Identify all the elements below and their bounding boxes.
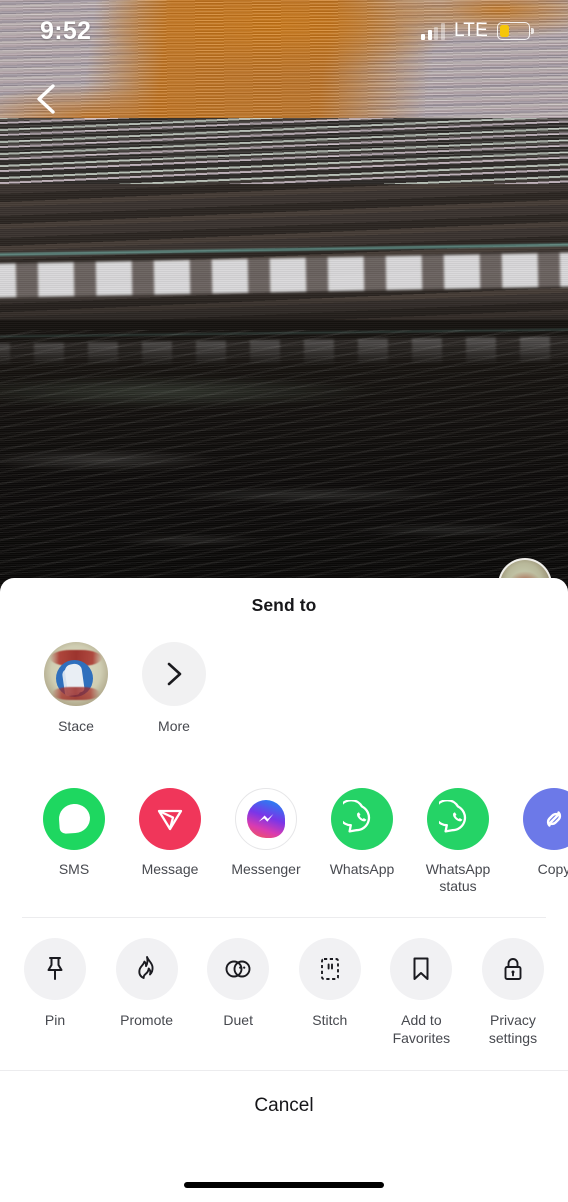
stitch-icon	[298, 937, 361, 1000]
whatsapp-icon	[331, 787, 393, 850]
chevron-left-icon	[37, 84, 55, 114]
share-app-label: WhatsApp status	[425, 860, 491, 894]
action-promote[interactable]: Promote	[104, 937, 190, 1048]
action-label: Privacy settings	[488, 1011, 538, 1047]
sms-icon	[43, 787, 105, 850]
action-label: Pin	[44, 1011, 66, 1028]
share-app-whatsapp-status[interactable]: WhatsApp status	[410, 787, 506, 895]
share-app-label: WhatsApp	[329, 860, 395, 877]
share-sheet: Send to Stace More SMS Message Messenger…	[0, 578, 568, 1202]
share-app-label: Messenger	[231, 860, 301, 877]
share-app-label: Copy	[537, 860, 568, 877]
share-app-messenger[interactable]: Messenger	[218, 787, 314, 878]
cancel-button[interactable]: Cancel	[0, 1071, 568, 1117]
sheet-title: Send to	[251, 595, 317, 615]
home-indicator[interactable]	[184, 1182, 384, 1188]
contact-label: More	[158, 718, 190, 734]
lock-icon	[481, 937, 544, 1000]
actions-row: Pin Promote Duet Stitch Add to Favorites…	[0, 918, 568, 1048]
chevron-right-icon	[142, 642, 206, 706]
action-duet[interactable]: Duet	[195, 937, 281, 1048]
share-app-copy[interactable]: Copy	[506, 787, 568, 878]
action-pin[interactable]: Pin	[12, 937, 98, 1048]
contact-label: Stace	[58, 718, 94, 734]
signal-bars-icon	[421, 22, 445, 40]
battery-low-power-icon	[497, 22, 534, 40]
status-clock: 9:52	[40, 16, 92, 45]
share-app-label: Message	[141, 860, 199, 877]
messenger-icon	[235, 787, 297, 850]
action-privacy-settings[interactable]: Privacy settings	[470, 937, 556, 1048]
status-indicators: LTE	[421, 20, 534, 42]
duet-circles-icon	[207, 937, 270, 1000]
share-app-message[interactable]: Message	[122, 787, 218, 878]
share-app-whatsapp[interactable]: WhatsApp	[314, 787, 410, 878]
whatsapp-status-icon	[427, 787, 489, 850]
video-background[interactable]	[0, 0, 568, 600]
action-stitch[interactable]: Stitch	[287, 937, 373, 1048]
action-label: Stitch	[312, 1011, 348, 1028]
share-app-label: SMS	[58, 860, 90, 877]
back-button[interactable]	[26, 78, 66, 120]
action-label: Promote	[120, 1011, 174, 1028]
tiktok-direct-message-icon	[139, 787, 201, 850]
contact-stace[interactable]: Stace	[38, 642, 114, 736]
share-apps-row: SMS Message Messenger WhatsApp WhatsApp …	[26, 736, 568, 895]
status-bar: 9:52 LTE	[0, 0, 568, 62]
action-label: Duet	[223, 1011, 253, 1028]
bookmark-icon	[390, 937, 453, 1000]
pin-icon	[24, 937, 86, 1000]
network-type-label: LTE	[453, 20, 488, 41]
flame-icon	[115, 937, 178, 1000]
action-add-to-favorites[interactable]: Add to Favorites	[378, 937, 464, 1048]
thumbs-up-logo-avatar	[44, 642, 108, 706]
contacts-row: Stace More	[0, 616, 568, 736]
more-contacts-button[interactable]: More	[136, 642, 212, 736]
share-app-sms[interactable]: SMS	[26, 787, 122, 878]
copy-link-icon	[523, 787, 568, 850]
action-label: Add to Favorites	[392, 1011, 451, 1047]
video-scanline-overlay	[0, 0, 568, 600]
